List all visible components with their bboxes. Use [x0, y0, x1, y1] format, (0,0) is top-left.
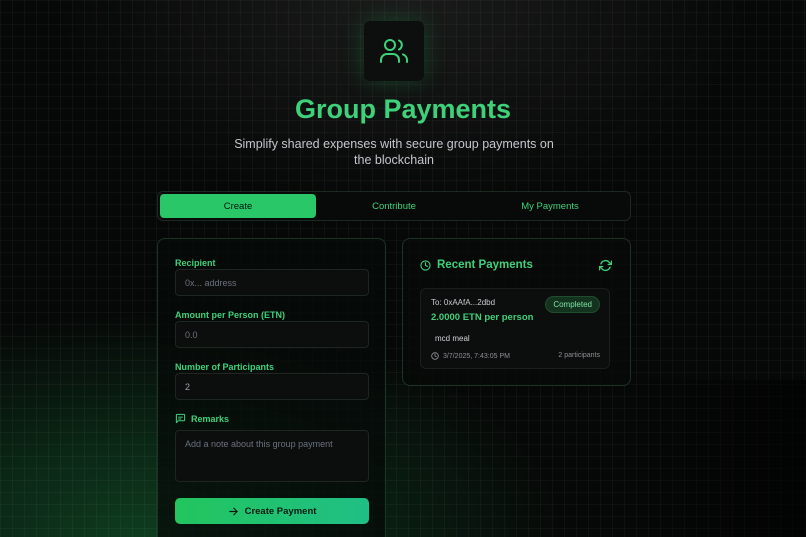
tab-bar: Create Contribute My Payments	[157, 191, 631, 221]
recent-payments-title: Recent Payments	[437, 259, 533, 271]
recipient-label: Recipient	[175, 258, 216, 268]
create-payment-label: Create Payment	[244, 505, 317, 517]
participants-label: Number of Participants	[175, 362, 275, 372]
payment-date-row: 3/7/2025, 7:43:05 PM	[431, 352, 510, 360]
remarks-textarea[interactable]	[175, 430, 369, 482]
background-shade	[616, 380, 806, 537]
payment-participants: 2 participants	[558, 352, 600, 359]
refresh-icon[interactable]	[599, 259, 612, 272]
payment-amount: 2.0000 ETN per person	[431, 312, 534, 323]
clock-icon	[431, 352, 439, 360]
payment-note: mcd meal	[435, 334, 470, 343]
remarks-label-row: Remarks	[175, 413, 229, 424]
remarks-label: Remarks	[191, 413, 230, 424]
page-title: Group Payments	[294, 94, 512, 124]
arrow-right-icon	[228, 507, 238, 515]
payment-recipient: To: 0xAAfA...2dbd	[431, 298, 496, 307]
create-payment-button[interactable]: Create Payment	[175, 498, 369, 524]
clock-icon	[420, 259, 431, 271]
users-icon	[380, 39, 408, 63]
payment-date: 3/7/2025, 7:43:05 PM	[443, 352, 510, 360]
app-logo	[364, 21, 424, 81]
message-icon	[175, 413, 186, 424]
recent-payments-header: Recent Payments	[420, 259, 533, 271]
amount-label: Amount per Person (ETN)	[175, 310, 286, 320]
tab-create[interactable]: Create	[160, 194, 316, 218]
recent-payments-panel: Recent Payments To: 0xAAfA...2dbd 2.0000…	[402, 238, 631, 386]
page-subtitle: Simplify shared expenses with secure gro…	[234, 137, 554, 167]
status-badge: Completed	[545, 296, 600, 313]
create-payment-form: Recipient Amount per Person (ETN) Number…	[157, 238, 386, 537]
tab-my-payments[interactable]: My Payments	[472, 194, 628, 218]
recipient-input[interactable]	[175, 269, 369, 296]
participants-input[interactable]	[175, 373, 369, 400]
amount-input[interactable]	[175, 321, 369, 348]
tab-contribute[interactable]: Contribute	[316, 194, 472, 218]
payment-list-item[interactable]: To: 0xAAfA...2dbd 2.0000 ETN per person …	[420, 288, 610, 369]
